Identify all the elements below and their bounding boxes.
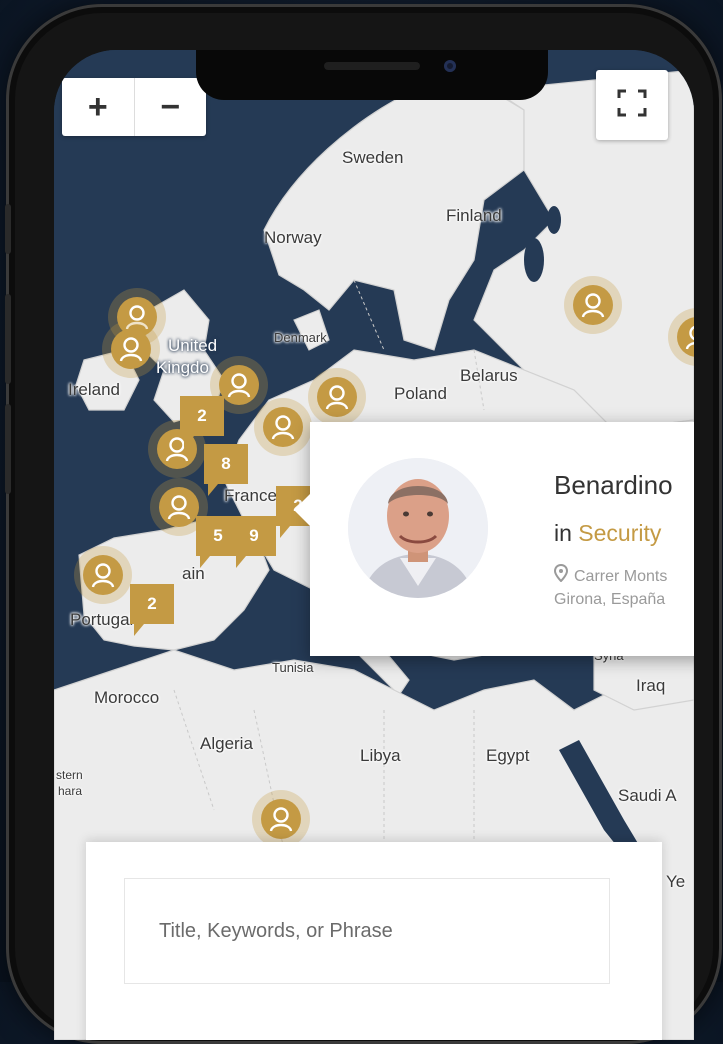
map-label-poland: Poland — [394, 384, 447, 403]
location-pin-icon — [553, 563, 569, 589]
search-input[interactable] — [124, 878, 610, 984]
zoom-out-button[interactable]: − — [135, 78, 207, 136]
map-label-yemen: Ye — [666, 872, 686, 891]
map-cluster-marker[interactable]: 9 — [232, 516, 276, 568]
map-person-pin[interactable] — [74, 546, 132, 604]
member-category-prefix: in — [554, 520, 579, 546]
map-label-finland: Finland — [446, 206, 502, 225]
phone-volume-down — [5, 404, 11, 494]
person-icon — [261, 799, 301, 839]
address-line-1: Carrer Monts — [574, 567, 668, 585]
map-person-pin[interactable] — [564, 276, 622, 334]
phone-frame: Sweden Finland Norway United Kingdo Denm… — [5, 4, 722, 1044]
map-person-pin[interactable] — [254, 398, 312, 456]
address-line: Carrer Monts — [553, 563, 668, 589]
map-label-united: United — [168, 336, 218, 355]
map-label-sahara: hara — [58, 784, 83, 798]
phone-notch — [196, 50, 548, 100]
person-icon — [83, 555, 123, 595]
map-label-algeria: Algeria — [200, 734, 253, 753]
person-icon — [219, 365, 259, 405]
speaker — [324, 62, 420, 70]
avatar — [348, 458, 488, 598]
phone-volume-up — [5, 294, 11, 384]
phone-screen: Sweden Finland Norway United Kingdo Denm… — [54, 50, 694, 1040]
map-label-france: France — [224, 486, 277, 505]
address-line-2: Girona, España — [554, 591, 666, 608]
map-person-pin[interactable] — [252, 790, 310, 848]
map-label-libya: Libya — [360, 746, 401, 765]
person-icon — [573, 285, 613, 325]
map-label-ireland: Ireland — [68, 380, 120, 399]
camera — [444, 60, 456, 72]
map-label-norway: Norway — [264, 228, 322, 247]
map-cluster-marker[interactable]: 8 — [204, 444, 248, 496]
map-label-morocco: Morocco — [94, 688, 160, 707]
map-person-pin[interactable] — [308, 368, 366, 426]
phone-side-button — [5, 204, 11, 254]
fullscreen-button[interactable] — [596, 70, 668, 140]
member-name[interactable]: Benardino — [554, 470, 673, 501]
map-label-egypt: Egypt — [486, 746, 530, 765]
person-icon — [263, 407, 303, 447]
map-label-portugal: Portugal — [70, 610, 134, 629]
person-icon — [677, 317, 694, 357]
map-label-kingdom: Kingdo — [156, 358, 209, 377]
member-address: Carrer Monts Girona, España — [553, 563, 668, 611]
map-label-tunisia: Tunisia — [272, 660, 314, 675]
map-person-pin[interactable] — [102, 320, 160, 378]
map-cluster-marker[interactable]: 2 — [180, 396, 224, 448]
map-cluster-marker[interactable]: 2 — [130, 584, 174, 636]
map-label-iraq: Iraq — [636, 676, 666, 695]
map-label-saudi: Saudi A — [618, 786, 677, 805]
zoom-in-button[interactable]: + — [62, 78, 135, 136]
person-icon — [159, 487, 199, 527]
person-icon — [111, 329, 151, 369]
map-label-sweden: Sweden — [342, 148, 404, 167]
member-category: in Security — [554, 520, 661, 547]
search-card — [86, 842, 662, 1040]
member-category-link[interactable]: Security — [578, 520, 661, 546]
map-label-belarus: Belarus — [460, 366, 518, 385]
map-label-denmark: Denmark — [274, 330, 327, 345]
map-label-western: stern — [56, 768, 83, 782]
member-popup[interactable]: Benardino in Security Carrer Monts Giron… — [294, 422, 694, 656]
zoom-control: + − — [62, 78, 206, 136]
person-icon — [317, 377, 357, 417]
fullscreen-icon — [617, 89, 647, 122]
